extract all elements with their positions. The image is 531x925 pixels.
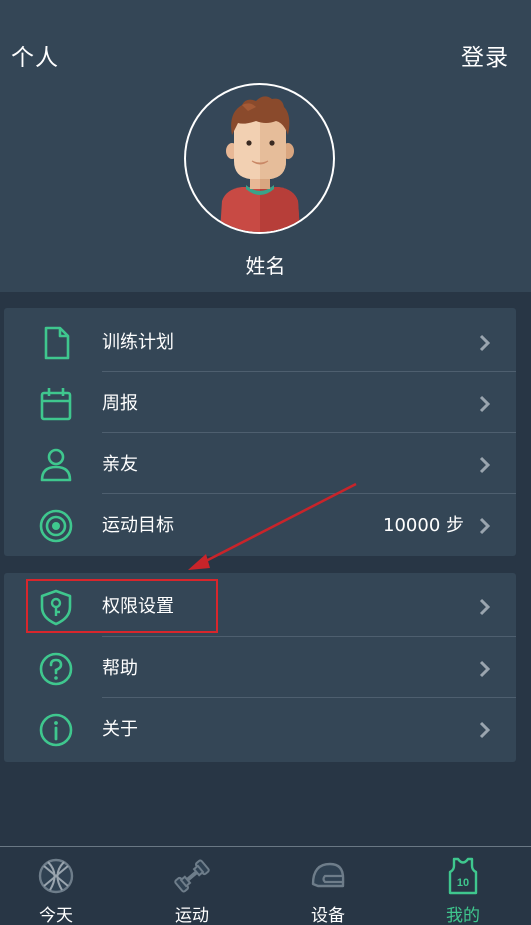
menu-item-label: 帮助 <box>102 658 138 679</box>
login-button[interactable]: 登录 <box>461 38 509 72</box>
profile-header: 个人 登录 姓名 <box>0 0 531 292</box>
username[interactable]: 姓名 <box>0 250 531 279</box>
menu-item-label: 周报 <box>102 393 138 414</box>
chevron-right-icon <box>479 456 491 474</box>
bottom-tab-bar: 今天 运动 设备 10 我的 <box>0 846 531 925</box>
menu-item-about[interactable]: 关于 <box>4 698 516 758</box>
chevron-right-icon <box>479 334 491 352</box>
menu-item-exercise-goal[interactable]: 运动目标 10000 步 <box>4 494 516 554</box>
jersey-number: 10 <box>457 877 469 889</box>
jersey-icon: 10 <box>448 857 478 895</box>
menu-item-help[interactable]: 帮助 <box>4 637 516 697</box>
tab-label: 我的 <box>446 906 480 925</box>
basketball-icon <box>38 858 74 894</box>
tab-label: 运动 <box>175 906 209 925</box>
menu-item-label: 训练计划 <box>102 332 174 353</box>
tab-today[interactable]: 今天 <box>0 847 122 925</box>
tab-label: 今天 <box>39 906 73 925</box>
calendar-icon <box>40 388 72 421</box>
chevron-right-icon <box>479 721 491 739</box>
document-icon <box>44 326 70 360</box>
avatar[interactable] <box>184 83 335 234</box>
chevron-right-icon <box>479 517 491 535</box>
goal-value: 10000 步 <box>383 515 464 536</box>
helmet-icon <box>311 862 345 888</box>
menu-item-weekly-report[interactable]: 周报 <box>4 372 516 432</box>
menu-item-label: 运动目标 <box>102 515 174 536</box>
tab-mine[interactable]: 10 我的 <box>397 847 529 925</box>
avatar-illustration <box>220 96 300 232</box>
menu-item-training-plan[interactable]: 训练计划 <box>4 311 516 371</box>
tab-exercise[interactable]: 运动 <box>126 847 258 925</box>
dumbbell-icon <box>174 859 210 893</box>
help-icon <box>39 652 73 686</box>
info-icon <box>39 713 73 747</box>
chevron-right-icon <box>479 395 491 413</box>
menu-item-label: 关于 <box>102 719 138 740</box>
tab-devices[interactable]: 设备 <box>262 847 394 925</box>
person-icon <box>40 448 72 482</box>
menu-item-label: 亲友 <box>102 454 138 475</box>
chevron-right-icon <box>479 598 491 616</box>
target-icon <box>39 509 73 543</box>
menu-card-primary: 训练计划 周报 亲友 运动目标 10000 步 <box>4 308 516 556</box>
chevron-right-icon <box>479 660 491 678</box>
page-title: 个人 <box>11 45 59 71</box>
tab-label: 设备 <box>311 906 345 925</box>
menu-item-friends[interactable]: 亲友 <box>4 433 516 493</box>
highlight-box <box>26 579 218 633</box>
